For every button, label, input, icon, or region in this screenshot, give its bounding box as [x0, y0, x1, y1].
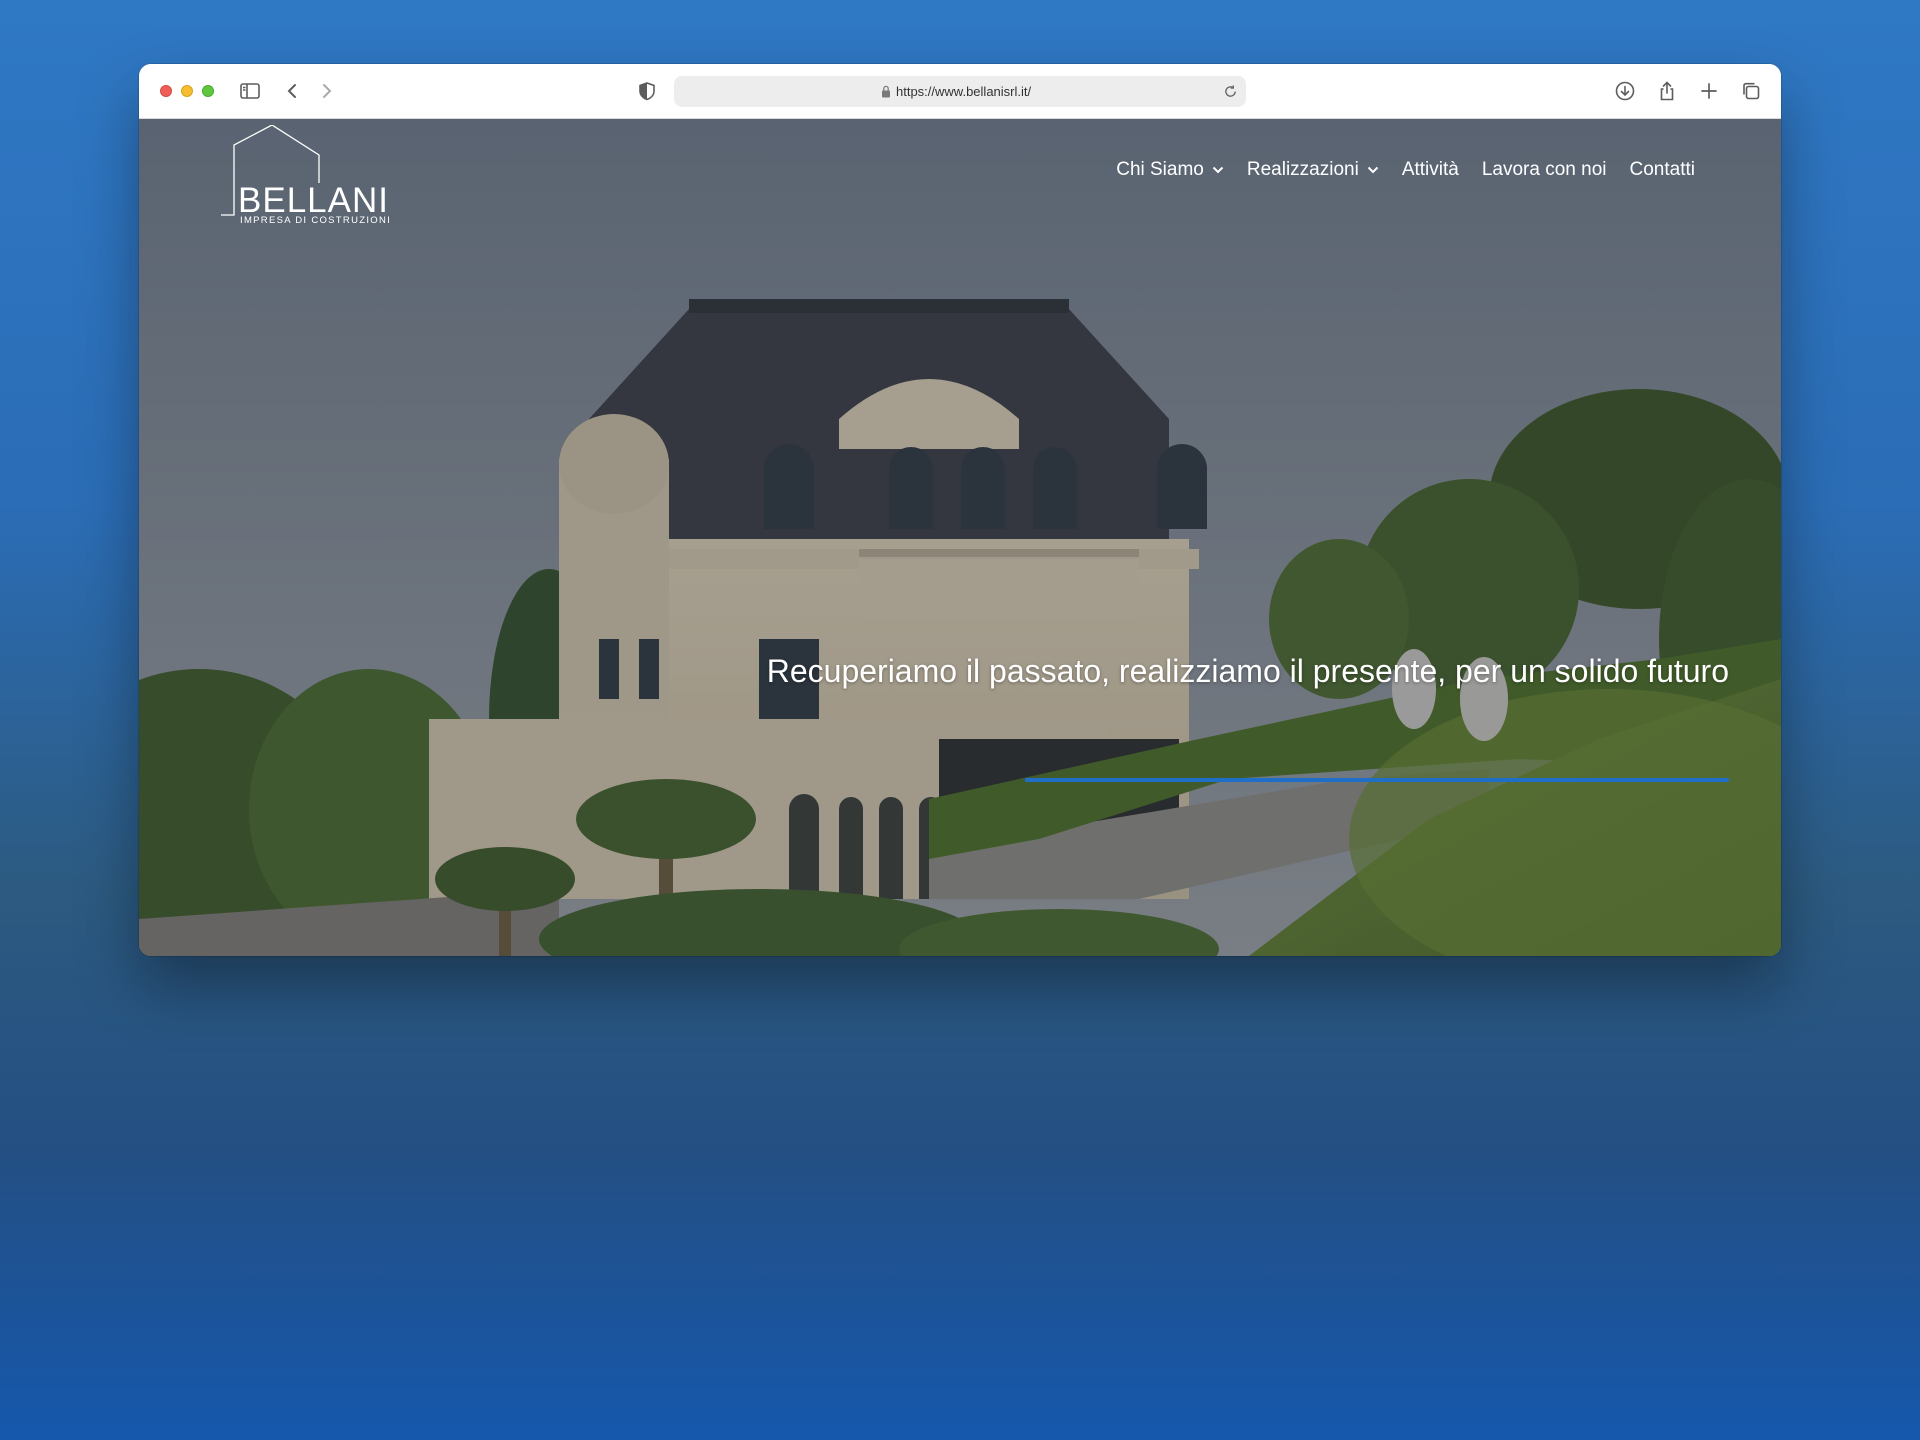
shield-icon[interactable] [635, 79, 659, 103]
tab-overview-icon[interactable] [1739, 79, 1763, 103]
reload-icon[interactable] [1223, 84, 1238, 99]
hero-tagline: Recuperiamo il passato, realizziamo il p… [766, 653, 1729, 689]
browser-window: https://www.bellanisrl.it/ BELLANI IMPRE… [139, 64, 1781, 956]
download-icon[interactable] [1613, 79, 1637, 103]
main-navigation: Chi Siamo Realizzazioni Attività Lavora … [1116, 159, 1695, 181]
chevron-down-icon [1212, 166, 1224, 174]
close-window-button[interactable] [160, 85, 172, 97]
nav-item-attivita[interactable]: Attività [1402, 159, 1459, 181]
nav-item-label: Realizzazioni [1246, 159, 1359, 180]
new-tab-icon[interactable] [1697, 79, 1721, 103]
back-icon[interactable] [281, 79, 305, 103]
nav-item-label: Attività [1401, 159, 1459, 180]
share-icon[interactable] [1655, 79, 1679, 103]
tagline-underline [1025, 778, 1729, 782]
hero-section: BELLANI IMPRESA DI COSTRUZIONI Chi Siamo… [139, 119, 1781, 956]
chevron-down-icon [1367, 166, 1379, 174]
site-logo[interactable]: BELLANI IMPRESA DI COSTRUZIONI [219, 125, 409, 226]
nav-item-label: Chi Siamo [1116, 159, 1204, 180]
logo-subtitle: IMPRESA DI COSTRUZIONI [240, 215, 392, 226]
nav-item-label: Lavora con noi [1481, 159, 1607, 180]
lock-icon [881, 85, 891, 98]
maximize-window-button[interactable] [202, 85, 214, 97]
hero-overlay [139, 119, 1781, 956]
address-bar[interactable]: https://www.bellanisrl.it/ [674, 76, 1246, 107]
logo-wordmark: BELLANI [238, 181, 389, 220]
sidebar-toggle-icon[interactable] [238, 79, 262, 103]
url-text: https://www.bellanisrl.it/ [896, 84, 1032, 99]
browser-toolbar: https://www.bellanisrl.it/ [139, 64, 1781, 119]
minimize-window-button[interactable] [181, 85, 193, 97]
nav-item-contatti[interactable]: Contatti [1630, 159, 1695, 181]
forward-icon[interactable] [314, 79, 338, 103]
nav-item-chi-siamo[interactable]: Chi Siamo [1116, 159, 1224, 181]
nav-item-lavora-con-noi[interactable]: Lavora con noi [1482, 159, 1607, 181]
nav-item-realizzazioni[interactable]: Realizzazioni [1247, 159, 1379, 181]
nav-item-label: Contatti [1629, 159, 1695, 180]
